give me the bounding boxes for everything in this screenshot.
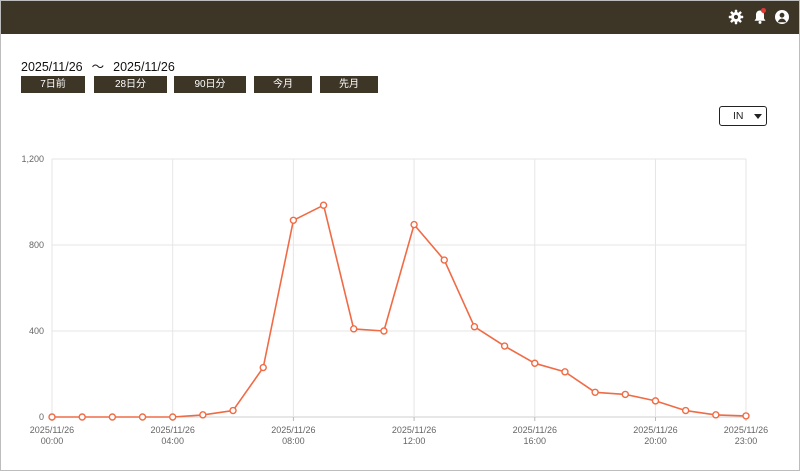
x-tick-date-label: 2025/11/26	[151, 425, 195, 435]
y-tick-label: 0	[39, 412, 44, 422]
series-line	[52, 204, 747, 418]
x-tick-time-label: 00:00	[41, 436, 64, 446]
chart-grid	[51, 158, 747, 421]
x-tick-date-label: 2025/11/26	[30, 425, 74, 435]
x-tick-time-label: 04:00	[161, 436, 184, 446]
data-point[interactable]	[48, 413, 56, 421]
data-point[interactable]	[259, 363, 267, 372]
x-tick-date-label: 2025/11/26	[633, 425, 677, 435]
x-tick-time-label: 12:00	[403, 436, 426, 446]
data-point[interactable]	[168, 413, 177, 421]
data-point[interactable]	[712, 411, 720, 419]
data-point[interactable]	[108, 413, 117, 421]
data-point[interactable]	[229, 406, 237, 415]
x-tick-time-label: 08:00	[282, 436, 305, 446]
x-tick-time-label: 16:00	[524, 436, 547, 446]
data-point[interactable]	[531, 359, 539, 367]
data-point[interactable]	[621, 390, 630, 399]
data-point[interactable]	[591, 388, 599, 396]
data-point[interactable]	[319, 201, 328, 209]
data-point[interactable]	[742, 412, 750, 420]
x-tick-time-label: 20:00	[644, 436, 667, 446]
y-axis-ticks: 0 400 800 1,200	[21, 154, 44, 422]
y-tick-label: 400	[29, 326, 44, 336]
data-point[interactable]	[440, 256, 448, 264]
x-tick-time-label: 23:00	[735, 436, 758, 446]
data-point[interactable]	[380, 327, 388, 335]
dashboard-window: 2025/11/26 〜 2025/11/26 7日前 28日分 90日分 今月 先…	[0, 0, 800, 471]
data-point[interactable]	[651, 397, 660, 405]
y-tick-label: 1,200	[21, 154, 44, 164]
x-tick-date-label: 2025/11/26	[392, 425, 436, 435]
x-tick-date-label: 2025/11/26	[513, 425, 557, 435]
data-point[interactable]	[681, 406, 690, 415]
x-tick-date-label: 2025/11/26	[724, 425, 768, 435]
data-point[interactable]	[470, 323, 479, 331]
data-point[interactable]	[500, 342, 509, 350]
data-point[interactable]	[78, 413, 86, 421]
data-point[interactable]	[561, 368, 569, 376]
data-point[interactable]	[410, 220, 418, 229]
traffic-line-chart: 04008001,200 2025/11/2600:002025/11/2604…	[21, 154, 768, 446]
data-point[interactable]	[289, 216, 298, 224]
data-point[interactable]	[350, 325, 358, 333]
x-axis-ticks: 2025/11/2600:002025/11/2604:002025/11/26…	[30, 425, 768, 446]
data-point[interactable]	[138, 413, 147, 421]
x-tick-date-label: 2025/11/26	[271, 425, 315, 435]
y-tick-label: 800	[29, 240, 44, 250]
chart-series	[48, 201, 750, 421]
data-point[interactable]	[199, 411, 207, 419]
